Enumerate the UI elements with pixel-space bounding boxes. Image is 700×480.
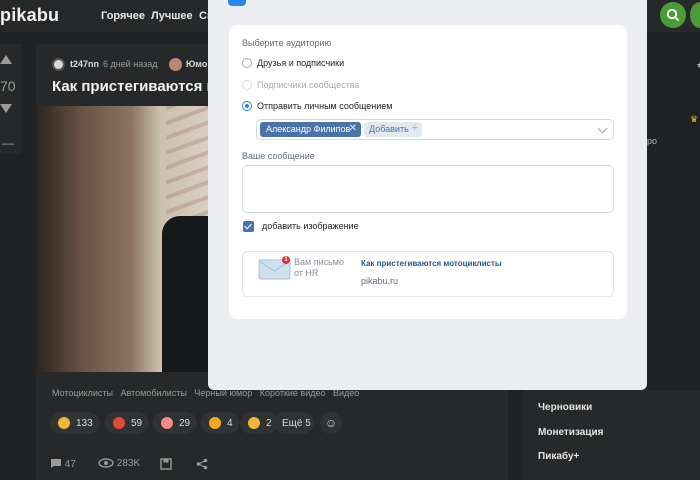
notification-badge: 1 — [282, 256, 290, 264]
recipient-field[interactable]: Александр Филипов ✕ Добавить + — [256, 119, 614, 140]
reaction-count: 59 — [131, 418, 143, 429]
angry-emoji-icon — [113, 417, 125, 429]
eye-icon — [98, 458, 114, 468]
reaction-count: 4 — [227, 418, 233, 429]
radio-direct-message[interactable] — [242, 101, 252, 111]
trophy-icon: ♛ — [690, 114, 699, 124]
comments-stat[interactable]: 47 — [50, 458, 76, 470]
tag[interactable]: Автомобилисты — [121, 388, 187, 398]
author-avatar[interactable] — [52, 58, 65, 71]
more-reactions-button[interactable]: Ещё 5 — [274, 412, 314, 434]
laugh-emoji-icon — [58, 417, 70, 429]
views-stat: 283K — [98, 458, 140, 469]
close-icon[interactable]: ✕ — [349, 123, 357, 134]
clown-emoji-icon — [161, 417, 173, 429]
reaction-count: 133 — [76, 418, 93, 429]
message-label: Ваше сообщение — [242, 151, 315, 161]
attach-image-checkbox[interactable] — [243, 221, 254, 232]
add-recipient-button[interactable]: Добавить + — [364, 122, 422, 137]
add-reaction-icon[interactable]: ☺ — [320, 412, 342, 434]
sidebar-fragment: ро — [647, 136, 658, 146]
audience-label: Выберите аудиторию — [242, 38, 332, 48]
more-reactions-label: Ещё 5 — [282, 418, 311, 429]
profile-button[interactable] — [690, 2, 700, 28]
radio-friends-label[interactable]: Друзья и подписчики — [257, 58, 344, 68]
vote-up-icon[interactable] — [0, 55, 12, 64]
recipient-name: Александр Филипов — [266, 124, 351, 134]
modal-accent-icon — [228, 0, 246, 6]
reaction-count: 29 — [179, 418, 191, 429]
sad-emoji-icon — [209, 417, 221, 429]
vote-down-icon[interactable] — [0, 104, 12, 113]
reaction-laugh[interactable]: 133 — [50, 412, 100, 434]
preview-title[interactable]: Как пристегиваются мотоциклисты — [361, 259, 502, 268]
community-avatar[interactable] — [169, 58, 182, 71]
nav-hot[interactable]: Горячее — [101, 10, 145, 22]
cry-emoji-icon — [248, 417, 260, 429]
save-icon — [160, 458, 172, 470]
sidebar-item-drafts[interactable]: Черновики — [538, 402, 592, 413]
wallpaper-pattern — [166, 106, 208, 372]
attach-image-label[interactable]: добавить изображение — [262, 221, 359, 231]
share-button[interactable] — [196, 458, 208, 471]
message-textarea[interactable] — [242, 165, 614, 213]
preview-domain: pikabu.ru — [361, 276, 399, 286]
add-recipient-label: Добавить — [369, 124, 409, 134]
site-logo[interactable]: pikabu — [0, 5, 59, 26]
post-time: 6 дней назад — [103, 59, 158, 69]
author-name[interactable]: t247nn — [70, 59, 99, 69]
reaction-clown[interactable]: 29 — [153, 412, 197, 434]
chevron-down-icon[interactable] — [597, 123, 608, 134]
reaction-angry[interactable]: 59 — [105, 412, 149, 434]
reaction-count: 2 — [266, 418, 272, 429]
share-icon — [196, 458, 208, 470]
recipient-chip[interactable]: Александр Филипов ✕ — [260, 122, 361, 137]
sidebar-item-pikabu-plus[interactable]: Пикабу+ — [538, 451, 579, 462]
rail-dash: — — [2, 136, 14, 150]
tag[interactable]: Мотоциклисты — [52, 388, 113, 398]
radio-community-label: Подписчики сообщества — [257, 80, 360, 90]
search-button[interactable] — [660, 2, 686, 28]
comments-icon — [51, 459, 61, 468]
search-icon — [666, 8, 680, 22]
preview-thumb-text: Вам письмо от HR — [294, 257, 344, 278]
post-title[interactable]: Как пристегиваются мот — [52, 78, 234, 95]
radio-friends[interactable] — [242, 58, 252, 68]
save-button[interactable] — [160, 458, 172, 471]
sidebar-item-monetization[interactable]: Монетизация — [538, 427, 603, 438]
nav-best[interactable]: Лучшее — [151, 10, 193, 22]
reaction-sad[interactable]: 4 — [201, 412, 239, 434]
plus-icon: + — [411, 122, 418, 134]
comments-count: 47 — [64, 459, 76, 470]
reaction-cry[interactable]: 2 — [240, 412, 278, 434]
radio-direct-message-label[interactable]: Отправить личным сообщением — [257, 101, 393, 111]
radio-community — [242, 80, 252, 90]
views-count: 283K — [116, 458, 141, 469]
sidebar-star-icon: ★ — [696, 60, 700, 71]
rating-count: 70 — [0, 78, 16, 94]
community-name[interactable]: Юмо — [186, 59, 207, 69]
post-video-thumbnail[interactable] — [36, 106, 208, 372]
